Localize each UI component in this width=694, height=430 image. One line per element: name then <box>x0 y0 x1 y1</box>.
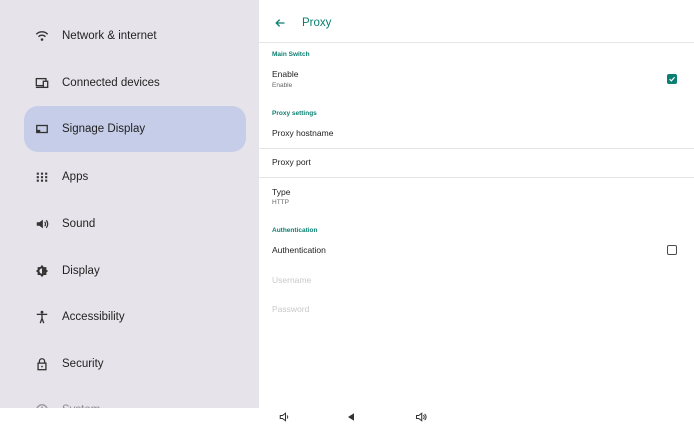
proxy-port-row[interactable] <box>259 149 694 177</box>
proxy-type-row[interactable] <box>259 178 694 212</box>
sidebar-item-sound[interactable]: Sound <box>24 201 246 247</box>
enable-row[interactable] <box>259 64 694 96</box>
volume-down-button[interactable] <box>277 410 291 424</box>
enable-checkbox[interactable] <box>667 74 677 84</box>
sidebar-item-security[interactable]: Security <box>24 341 246 387</box>
username-field: Username <box>272 275 312 285</box>
password-field: Password <box>272 304 310 314</box>
accessibility-icon <box>34 309 50 325</box>
proxy-type-value: HTTP <box>272 199 289 206</box>
section-header-main-switch: Main Switch <box>272 51 310 58</box>
sidebar-item-label: Apps <box>62 171 89 183</box>
section-header-proxy-settings: Proxy settings <box>272 110 317 117</box>
settings-screen: Network & internet Connected devices Sig… <box>0 0 694 430</box>
devices-icon <box>34 75 50 91</box>
proxy-port-label: Proxy port <box>272 157 311 167</box>
brightness-icon <box>34 263 50 279</box>
sidebar-item-apps[interactable]: Apps <box>24 154 246 200</box>
enable-title: Enable <box>272 69 299 79</box>
back-triangle-icon <box>348 413 354 421</box>
sidebar-item-display[interactable]: Display <box>24 248 246 294</box>
back-arrow-icon <box>275 19 285 27</box>
authentication-checkbox[interactable] <box>667 245 677 255</box>
check-icon <box>669 76 676 82</box>
authentication-title: Authentication <box>272 245 326 255</box>
sidebar-item-label: Sound <box>62 218 96 230</box>
speaker-icon <box>34 216 50 232</box>
sidebar-item-label: Security <box>62 358 104 370</box>
proxy-hostname-label: Proxy hostname <box>272 128 334 138</box>
sidebar-item-signage-display[interactable]: Signage Display <box>24 106 246 152</box>
signage-display-icon <box>34 121 50 137</box>
divider <box>259 42 694 43</box>
sidebar-item-label: Display <box>62 265 100 277</box>
page-title: Proxy <box>302 17 332 29</box>
back-nav-button[interactable] <box>344 410 358 424</box>
volume-up-icon <box>415 412 427 422</box>
sidebar-item-label: Connected devices <box>62 77 160 89</box>
volume-up-button[interactable] <box>414 410 428 424</box>
section-header-authentication: Authentication <box>272 227 318 234</box>
sidebar-item-accessibility[interactable]: Accessibility <box>24 294 246 340</box>
app-bar: Proxy <box>259 0 694 44</box>
sidebar-item-label: Network & internet <box>62 30 157 42</box>
sidebar-item-label: Signage Display <box>62 123 146 135</box>
back-button[interactable] <box>271 14 289 32</box>
proxy-type-title: Type <box>272 187 291 197</box>
sidebar: Network & internet Connected devices Sig… <box>0 0 259 430</box>
enable-summary: Enable <box>272 82 293 89</box>
apps-grid-icon <box>34 169 50 185</box>
wifi-icon <box>34 28 50 44</box>
volume-down-icon <box>279 412 289 422</box>
sidebar-item-connected-devices[interactable]: Connected devices <box>24 60 246 106</box>
sidebar-item-label: Accessibility <box>62 311 125 323</box>
sidebar-item-network[interactable]: Network & internet <box>24 13 246 59</box>
lock-icon <box>34 356 50 372</box>
